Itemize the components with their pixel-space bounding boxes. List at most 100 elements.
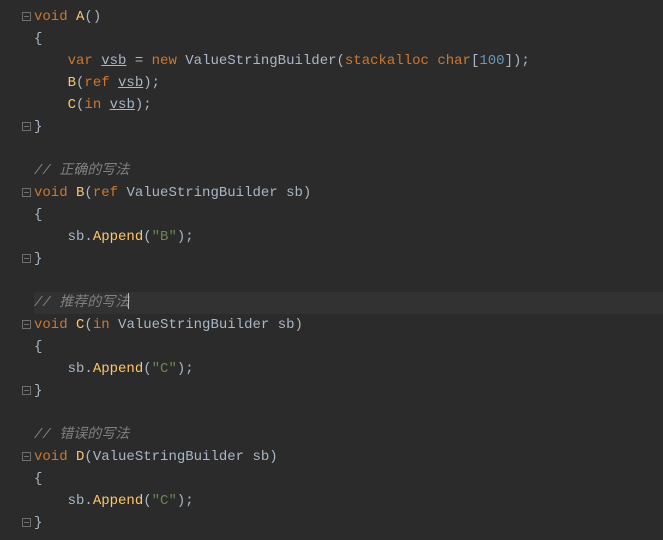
code-token: ) xyxy=(303,185,311,201)
code-token: C xyxy=(68,97,76,113)
code-token: ValueStringBuilder xyxy=(118,317,278,333)
code-token: sb xyxy=(68,229,85,245)
code-token: ( xyxy=(143,229,151,245)
code-token: = xyxy=(126,53,151,69)
code-token: } xyxy=(34,383,42,399)
code-token: vsb xyxy=(110,97,135,113)
code-token: stackalloc xyxy=(345,53,437,69)
code-token: sb xyxy=(278,317,295,333)
code-line[interactable] xyxy=(34,402,663,424)
code-line[interactable]: } xyxy=(34,380,663,402)
code-token: { xyxy=(34,471,42,487)
code-token: // 正确的写法 xyxy=(34,163,129,179)
code-token: ) xyxy=(143,75,151,91)
code-token: ) xyxy=(93,9,101,25)
code-token: . xyxy=(84,493,92,509)
code-line[interactable]: } xyxy=(34,116,663,138)
code-line[interactable]: C(in vsb); xyxy=(34,94,663,116)
code-token: sb xyxy=(286,185,303,201)
code-area[interactable]: void A() { var vsb = new ValueStringBuild… xyxy=(34,6,663,534)
code-token: ValueStringBuilder xyxy=(185,53,336,69)
text-caret xyxy=(128,293,129,309)
code-token: . xyxy=(84,361,92,377)
fold-close-icon[interactable] xyxy=(22,386,32,396)
code-token: ) xyxy=(269,449,277,465)
code-token: { xyxy=(34,31,42,47)
code-token: } xyxy=(34,251,42,267)
code-token: char xyxy=(437,53,471,69)
code-token: ( xyxy=(143,361,151,377)
code-token: Append xyxy=(93,229,143,245)
fold-close-icon[interactable] xyxy=(22,122,32,132)
code-token: Append xyxy=(93,493,143,509)
fold-open-icon[interactable] xyxy=(22,12,32,22)
code-line[interactable]: { xyxy=(34,336,663,358)
code-token: ; xyxy=(185,493,193,509)
code-line[interactable]: { xyxy=(34,204,663,226)
code-token: ; xyxy=(143,97,151,113)
code-token: void xyxy=(34,317,76,333)
code-token: ( xyxy=(84,449,92,465)
code-token: "B" xyxy=(152,229,177,245)
code-token: ) xyxy=(135,97,143,113)
fold-close-icon[interactable] xyxy=(22,518,32,528)
code-line[interactable]: var vsb = new ValueStringBuilder(stackal… xyxy=(34,50,663,72)
code-line[interactable]: } xyxy=(34,248,663,270)
code-line[interactable]: void C(in ValueStringBuilder sb) xyxy=(34,314,663,336)
code-line[interactable]: void A() xyxy=(34,6,663,28)
code-line[interactable]: void B(ref ValueStringBuilder sb) xyxy=(34,182,663,204)
code-token: in xyxy=(84,97,109,113)
code-token: ; xyxy=(185,361,193,377)
code-token: sb xyxy=(252,449,269,465)
code-token: ValueStringBuilder xyxy=(126,185,286,201)
code-token: ; xyxy=(521,53,529,69)
code-line[interactable]: // 错误的写法 xyxy=(34,424,663,446)
code-line[interactable]: void D(ValueStringBuilder sb) xyxy=(34,446,663,468)
code-line[interactable]: sb.Append("B"); xyxy=(34,226,663,248)
code-token: in xyxy=(93,317,118,333)
code-token: vsb xyxy=(101,53,126,69)
code-line[interactable]: { xyxy=(34,468,663,490)
fold-open-icon[interactable] xyxy=(22,188,32,198)
code-token: B xyxy=(68,75,76,91)
code-token: ( xyxy=(84,317,92,333)
code-token: ValueStringBuilder xyxy=(93,449,253,465)
code-token: new xyxy=(152,53,186,69)
code-token: sb xyxy=(68,361,85,377)
code-token: vsb xyxy=(118,75,143,91)
code-token: { xyxy=(34,339,42,355)
code-line[interactable]: } xyxy=(34,512,663,534)
code-token: "C" xyxy=(152,361,177,377)
code-token: 100 xyxy=(479,53,504,69)
code-token: ] xyxy=(505,53,513,69)
code-token: ref xyxy=(84,75,118,91)
code-token: ) xyxy=(295,317,303,333)
code-line[interactable]: sb.Append("C"); xyxy=(34,490,663,512)
code-token: ( xyxy=(337,53,345,69)
code-editor[interactable]: void A() { var vsb = new ValueStringBuild… xyxy=(0,0,663,534)
code-token: ( xyxy=(143,493,151,509)
code-token: "C" xyxy=(152,493,177,509)
code-line[interactable] xyxy=(34,138,663,160)
code-token: ; xyxy=(185,229,193,245)
code-line[interactable]: // 推荐的写法 xyxy=(34,292,663,314)
code-token: // 推荐的写法 xyxy=(34,295,129,311)
code-line[interactable]: // 正确的写法 xyxy=(34,160,663,182)
code-token: void xyxy=(34,9,76,25)
code-token: void xyxy=(34,185,76,201)
code-token: sb xyxy=(68,493,85,509)
fold-gutter xyxy=(0,6,34,540)
fold-open-icon[interactable] xyxy=(22,452,32,462)
code-line[interactable]: B(ref vsb); xyxy=(34,72,663,94)
code-token: ( xyxy=(84,185,92,201)
fold-open-icon[interactable] xyxy=(22,320,32,330)
code-token: . xyxy=(84,229,92,245)
code-token: Append xyxy=(93,361,143,377)
code-token: ; xyxy=(152,75,160,91)
code-token: // 错误的写法 xyxy=(34,427,129,443)
code-line[interactable] xyxy=(34,270,663,292)
code-line[interactable]: { xyxy=(34,28,663,50)
code-token: ( xyxy=(84,9,92,25)
code-line[interactable]: sb.Append("C"); xyxy=(34,358,663,380)
fold-close-icon[interactable] xyxy=(22,254,32,264)
